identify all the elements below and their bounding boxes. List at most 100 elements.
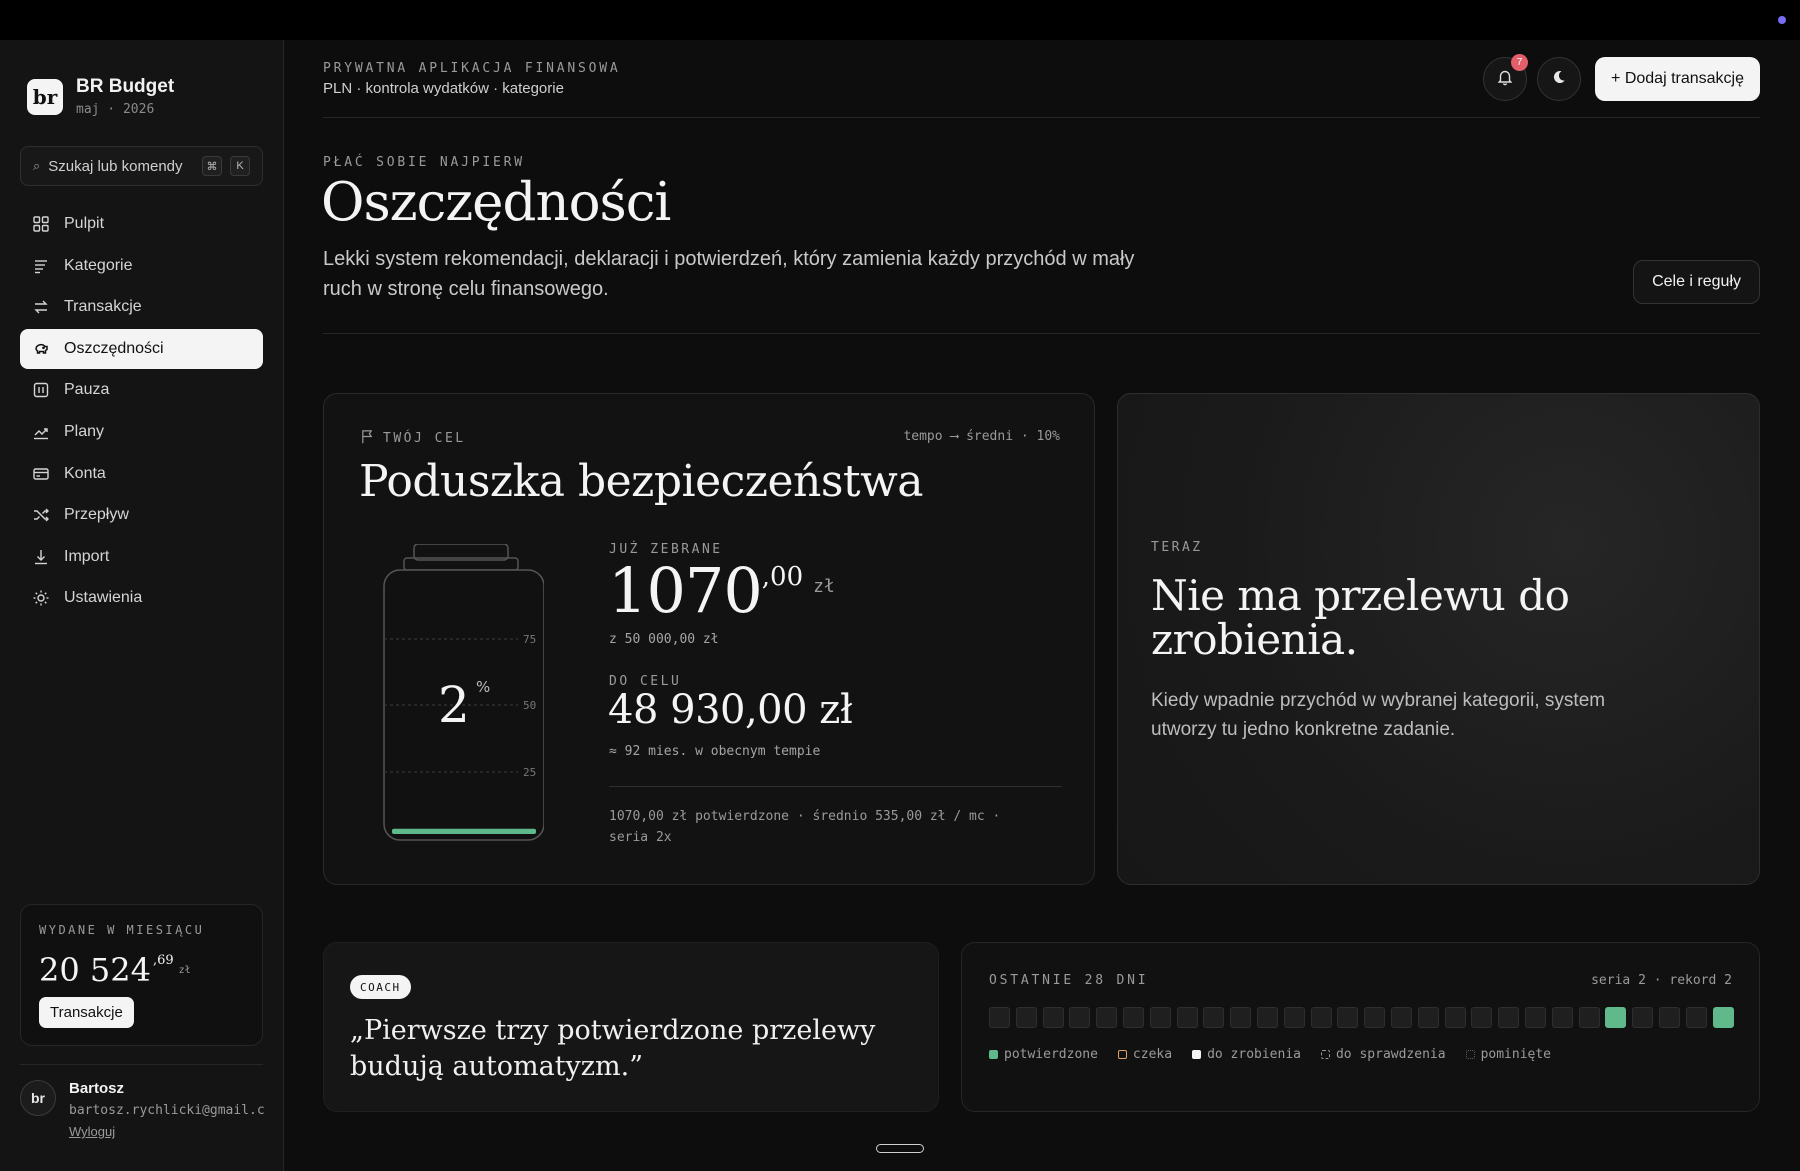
transactions-button[interactable]: Transakcje	[39, 997, 134, 1028]
now-card: TERAZ Nie ma przelewu do zrobienia. Kied…	[1117, 393, 1760, 885]
sidebar-item-konta[interactable]: Konta	[20, 454, 263, 494]
sidebar-item-plany[interactable]: Plany	[20, 412, 263, 452]
day-cell[interactable]	[1230, 1007, 1252, 1028]
sidebar-item-transakcje[interactable]: Transakcje	[20, 287, 263, 327]
sidebar-item-label: Konta	[64, 464, 106, 482]
day-cell[interactable]	[1390, 1007, 1412, 1028]
sidebar-item-przeplyw[interactable]: Przepływ	[20, 495, 263, 535]
day-cell[interactable]	[1203, 1007, 1225, 1028]
legend-waiting: czeka	[1117, 1047, 1173, 1062]
coach-quote: „Pierwsze trzy potwierdzone przelewy bud…	[350, 1015, 876, 1082]
sun-gear-icon	[32, 589, 50, 607]
legend-swatch	[1117, 1050, 1127, 1059]
day-cell[interactable]	[989, 1007, 1010, 1028]
sidebar-item-label: Oszczędności	[64, 339, 164, 357]
goal-footer: 1070,00 zł potwierdzone · średnio 535,00…	[609, 809, 1001, 845]
day-cell[interactable]	[1122, 1007, 1144, 1028]
days-streak: seria 2 · rekord 2	[1591, 973, 1732, 988]
trend-icon	[32, 423, 50, 441]
pause-icon	[32, 381, 50, 399]
saved-of-target: z 50 000,00 zł	[609, 632, 719, 647]
sidebar-item-oszczednosci[interactable]: Oszczędności	[20, 328, 263, 369]
day-cell[interactable]	[1578, 1007, 1600, 1028]
avatar[interactable]: br	[20, 1080, 56, 1116]
sidebar-item-import[interactable]: Import	[20, 537, 263, 577]
legend-swatch	[1320, 1050, 1330, 1059]
day-cell[interactable]	[1524, 1007, 1546, 1028]
notifications-button[interactable]: 7	[1483, 54, 1529, 101]
sidebar-item-label: Pulpit	[64, 215, 105, 232]
legend-label: czeka	[1132, 1047, 1173, 1062]
grid-icon	[32, 215, 50, 233]
saved-amount: 1070 ,00 zł	[608, 554, 835, 627]
jar-tick-25: 25	[523, 766, 536, 779]
brand-logo: br	[27, 78, 63, 115]
shortcut-key-k: K	[230, 156, 250, 176]
search-input[interactable]: ⌕ Szukaj lub komendy ⌘ K	[20, 146, 263, 186]
day-cell[interactable]	[1256, 1007, 1278, 1028]
app-label: PRYWATNA APLIKACJA FINANSOWA	[323, 61, 621, 76]
legend-todo: do zrobienia	[1192, 1047, 1301, 1062]
spent-amount-dec: ,69	[152, 953, 174, 968]
day-cell[interactable]	[1498, 1007, 1520, 1028]
app-subtitle: PLN · kontrola wydatków · kategorie	[323, 80, 564, 97]
day-cell[interactable]	[1444, 1007, 1466, 1028]
goals-rules-button[interactable]: Cele i reguły	[1633, 260, 1760, 304]
day-cell[interactable]	[1283, 1007, 1305, 1028]
day-cell[interactable]	[1685, 1007, 1707, 1028]
day-cell[interactable]	[1015, 1007, 1037, 1028]
day-cell[interactable]	[1337, 1007, 1359, 1028]
header-divider	[323, 117, 1760, 118]
day-cell[interactable]	[1096, 1007, 1118, 1028]
sidebar-item-label: Kategorie	[64, 256, 133, 274]
search-icon: ⌕	[33, 158, 41, 173]
day-cell[interactable]	[1632, 1007, 1654, 1028]
day-cell[interactable]	[1042, 1007, 1064, 1028]
goal-tag: TWÓJ CEL	[360, 429, 466, 448]
legend-label: potwierdzone	[1004, 1047, 1098, 1062]
brand-title: BR Budget	[76, 76, 175, 97]
day-cell[interactable]	[1471, 1007, 1493, 1028]
sidebar-item-pulpit[interactable]: Pulpit	[20, 204, 263, 244]
legend-swatch	[989, 1050, 998, 1059]
window-top-bar	[0, 0, 1800, 40]
spent-amount: 20 524 ,69 zł	[39, 951, 244, 989]
flag-icon	[360, 429, 375, 448]
days-legend: potwierdzone czeka do zrobienia do spraw…	[989, 1047, 1551, 1062]
saved-currency: zł	[813, 576, 835, 597]
day-cell[interactable]	[1364, 1007, 1386, 1028]
goal-title: Poduszka bezpieczeństwa	[359, 456, 923, 507]
sidebar-item-kategorie[interactable]: Kategorie	[20, 246, 263, 286]
notifications-badge: 7	[1511, 54, 1529, 71]
to-goal-amount: 48 930,00 zł	[608, 687, 853, 733]
day-cell[interactable]	[1417, 1007, 1439, 1028]
day-cell[interactable]	[1069, 1007, 1091, 1028]
brand[interactable]: br BR Budget maj · 2026	[27, 76, 174, 117]
piggy-bank-icon	[32, 340, 50, 358]
scroll-handle[interactable]	[876, 1144, 924, 1153]
page-description: Lekki system rekomendacji, deklaracji i …	[323, 248, 1135, 300]
monthly-spent-card: WYDANE W MIESIĄCU 20 524 ,69 zł Transakc…	[20, 904, 263, 1046]
day-cell[interactable]	[1605, 1007, 1627, 1028]
day-cell[interactable]	[1149, 1007, 1171, 1028]
swap-icon	[32, 298, 50, 316]
list-icon	[32, 257, 50, 275]
sidebar-item-ustawienia[interactable]: Ustawienia	[20, 578, 263, 618]
now-title: Nie ma przelewu do zrobienia.	[1151, 571, 1570, 664]
legend-label: do zrobienia	[1207, 1047, 1301, 1062]
spent-currency: zł	[178, 965, 191, 976]
theme-toggle-button[interactable]	[1537, 57, 1582, 101]
days-grid	[989, 1007, 1734, 1028]
day-cell[interactable]	[1658, 1007, 1680, 1028]
logout-link[interactable]: Wyloguj	[69, 1124, 264, 1139]
day-cell[interactable]	[1551, 1007, 1573, 1028]
add-transaction-button[interactable]: + Dodaj transakcję	[1595, 57, 1760, 101]
jar-fill	[392, 828, 536, 834]
day-cell[interactable]	[1176, 1007, 1198, 1028]
legend-label: pominięte	[1480, 1047, 1552, 1062]
sidebar-item-pauza[interactable]: Pauza	[20, 370, 263, 410]
now-description: Kiedy wpadnie przychód w wybranej katego…	[1151, 690, 1606, 740]
day-cell[interactable]	[1310, 1007, 1332, 1028]
legend-swatch	[1465, 1050, 1475, 1059]
day-cell[interactable]	[1712, 1007, 1734, 1028]
